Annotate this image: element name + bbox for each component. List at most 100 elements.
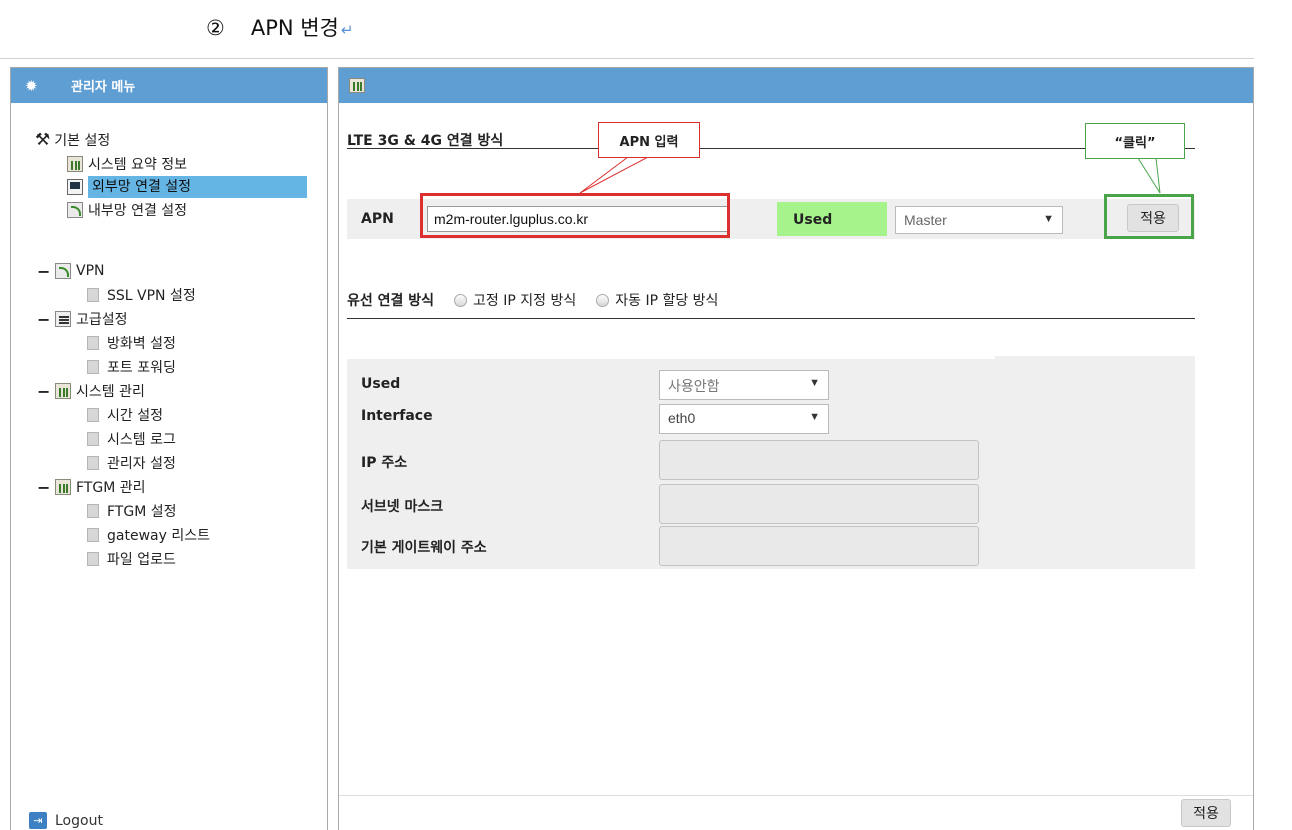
collapse-icon[interactable]: − bbox=[37, 310, 55, 329]
step-number: ② bbox=[206, 16, 225, 40]
page-icon bbox=[87, 336, 99, 350]
sidebar-item-system-log[interactable]: 시스템 로그 bbox=[87, 427, 176, 451]
group-label: VPN bbox=[76, 263, 105, 279]
main-panel: LTE 3G & 4G 연결 방식 APN Used Master ▼ 적용 유… bbox=[338, 67, 1254, 830]
footer-apply-button[interactable]: 적용 bbox=[1181, 799, 1231, 827]
page-icon bbox=[87, 456, 99, 470]
used-label: Used bbox=[777, 202, 887, 236]
wired-section-divider bbox=[347, 318, 1195, 319]
dropdown-arrow-icon: ▼ bbox=[809, 411, 820, 423]
gateway-field[interactable] bbox=[659, 526, 979, 566]
sidebar-item-label: gateway 리스트 bbox=[107, 528, 210, 544]
dhcp-label: 자동 IP 할당 방식 bbox=[615, 293, 719, 309]
bar-chart-icon bbox=[55, 479, 71, 495]
sidebar-item-system-summary[interactable]: 시스템 요약 정보 bbox=[67, 152, 187, 176]
bar-chart-icon bbox=[55, 383, 71, 399]
sidebar-item-label: 파일 업로드 bbox=[107, 552, 176, 568]
sidebar-item-label: 방화벽 설정 bbox=[107, 336, 176, 352]
subnet-field[interactable] bbox=[659, 484, 979, 524]
logout-label: Logout bbox=[55, 812, 103, 829]
apn-highlight-box bbox=[420, 193, 730, 238]
heading-divider bbox=[0, 58, 1254, 59]
mode-select-value: Master bbox=[904, 212, 947, 228]
page-icon bbox=[87, 288, 99, 302]
interface-select[interactable]: eth0 ▼ bbox=[659, 404, 829, 434]
dropdown-arrow-icon: ▼ bbox=[809, 377, 820, 389]
click-callout: “클릭” bbox=[1085, 123, 1185, 159]
page-icon bbox=[87, 528, 99, 542]
sidebar-item-label: 시간 설정 bbox=[107, 408, 163, 424]
ip-label: IP 주소 bbox=[361, 455, 408, 471]
group-ftgm[interactable]: − FTGM 관리 bbox=[37, 475, 146, 499]
used-row-label: Used bbox=[361, 376, 401, 392]
dhcp-radio[interactable] bbox=[596, 293, 610, 307]
group-vpn[interactable]: − VPN bbox=[37, 259, 105, 283]
monitor-icon bbox=[67, 179, 83, 195]
group-label: FTGM 관리 bbox=[76, 480, 146, 496]
sidebar-item-wan-settings[interactable]: 외부망 연결 설정 bbox=[67, 175, 307, 199]
bar-chart-icon bbox=[67, 156, 83, 172]
sidebar-item-label: 시스템 로그 bbox=[107, 432, 176, 448]
return-mark: ↵ bbox=[340, 21, 354, 39]
page-icon bbox=[87, 360, 99, 374]
form-top-gap bbox=[347, 356, 995, 359]
form-row-interface: Interface eth0 ▼ bbox=[347, 402, 1195, 438]
gear-icon: ✹ bbox=[25, 76, 38, 95]
page-icon bbox=[87, 504, 99, 518]
collapse-icon[interactable]: − bbox=[37, 262, 55, 281]
sidebar-item-gateway-list[interactable]: gateway 리스트 bbox=[87, 523, 210, 547]
ip-field[interactable] bbox=[659, 440, 979, 480]
footer-divider bbox=[339, 795, 1253, 796]
bar-chart-icon bbox=[349, 78, 365, 93]
sidebar-header: ✹ 관리자 메뉴 bbox=[11, 68, 327, 103]
form-row-ip: IP 주소 bbox=[347, 438, 1195, 482]
logout-link[interactable]: ⇥ Logout bbox=[29, 812, 103, 829]
sidebar-item-port-forwarding[interactable]: 포트 포워딩 bbox=[87, 355, 176, 379]
sidebar-item-label: 내부망 연결 설정 bbox=[88, 203, 188, 219]
group-system-admin[interactable]: − 시스템 관리 bbox=[37, 379, 145, 403]
page-icon bbox=[87, 552, 99, 566]
sidebar-item-label: 외부망 연결 설정 bbox=[88, 176, 307, 198]
logout-icon: ⇥ bbox=[29, 812, 47, 829]
interface-select-value: eth0 bbox=[668, 410, 696, 426]
wired-form: Used 사용안함 ▼ Interface eth0 ▼ IP 주소 서브넷 마… bbox=[347, 356, 1195, 569]
group-basic-settings[interactable]: ⚒ 기본 설정 bbox=[35, 128, 110, 152]
sidebar-item-label: SSL VPN 설정 bbox=[107, 288, 196, 304]
form-row-used: Used 사용안함 ▼ bbox=[347, 366, 1195, 402]
network-icon bbox=[67, 202, 83, 218]
dropdown-arrow-icon: ▼ bbox=[1043, 213, 1054, 225]
main-header bbox=[339, 68, 1253, 103]
tools-icon: ⚒ bbox=[35, 130, 51, 150]
form-row-gateway: 기본 게이트웨이 주소 bbox=[347, 526, 1195, 570]
interface-label: Interface bbox=[361, 408, 433, 424]
sidebar-item-admin-settings[interactable]: 관리자 설정 bbox=[87, 451, 176, 475]
collapse-icon[interactable]: − bbox=[37, 382, 55, 401]
static-ip-label: 고정 IP 지정 방식 bbox=[473, 293, 577, 309]
firewall-icon bbox=[55, 311, 71, 327]
sidebar-item-label: 시스템 요약 정보 bbox=[88, 157, 188, 173]
mode-select[interactable]: Master ▼ bbox=[895, 206, 1063, 234]
collapse-icon[interactable]: − bbox=[37, 478, 55, 497]
network-icon bbox=[55, 263, 71, 279]
page-icon bbox=[87, 432, 99, 446]
sidebar-item-time[interactable]: 시간 설정 bbox=[87, 403, 163, 427]
sidebar-item-firewall[interactable]: 방화벽 설정 bbox=[87, 331, 176, 355]
group-advanced[interactable]: − 고급설정 bbox=[37, 307, 128, 331]
static-ip-radio[interactable] bbox=[454, 293, 468, 307]
sidebar-item-lan-settings[interactable]: 내부망 연결 설정 bbox=[67, 198, 187, 222]
group-label: 기본 설정 bbox=[54, 133, 111, 149]
apply-highlight-box bbox=[1104, 194, 1194, 239]
document-heading: ② APN 변경 ↵ bbox=[206, 12, 353, 42]
sidebar-item-label: 관리자 설정 bbox=[107, 456, 176, 472]
sidebar-title: 관리자 메뉴 bbox=[71, 80, 136, 95]
sidebar-item-label: 포트 포워딩 bbox=[107, 360, 176, 376]
sidebar-item-ssl-vpn[interactable]: SSL VPN 설정 bbox=[87, 283, 196, 307]
sidebar-item-ftgm-settings[interactable]: FTGM 설정 bbox=[87, 499, 177, 523]
sidebar-item-label: FTGM 설정 bbox=[107, 504, 177, 520]
used-select[interactable]: 사용안함 ▼ bbox=[659, 370, 829, 400]
sidebar-item-file-upload[interactable]: 파일 업로드 bbox=[87, 547, 176, 571]
wired-title: 유선 연결 방식 bbox=[347, 293, 435, 309]
subnet-label: 서브넷 마스크 bbox=[361, 499, 444, 515]
apn-label: APN bbox=[361, 211, 394, 227]
group-label: 시스템 관리 bbox=[76, 384, 145, 400]
